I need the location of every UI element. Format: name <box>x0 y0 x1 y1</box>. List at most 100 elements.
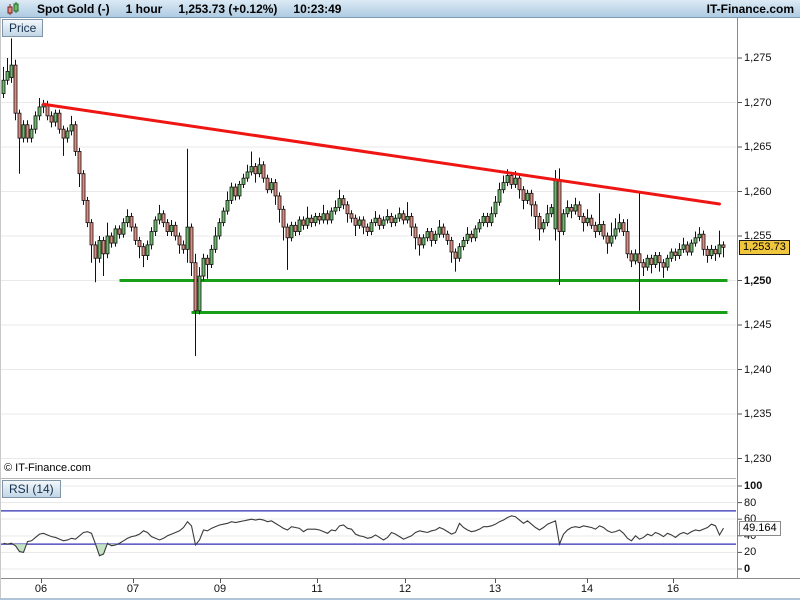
candle-body <box>137 240 142 248</box>
price-axis-tick-label: 1,275 <box>744 52 772 64</box>
candle-body <box>521 189 526 201</box>
candle-body <box>145 244 150 256</box>
candle-body <box>205 257 210 265</box>
price-axis-tick-label: 1,250 <box>744 274 772 287</box>
candle-body <box>681 244 686 250</box>
x-axis-tick-label: 06 <box>34 583 48 595</box>
candle-body <box>33 115 38 130</box>
candle-body <box>197 275 202 312</box>
candle-body <box>21 124 26 139</box>
candle-body <box>429 231 434 241</box>
candle-body <box>513 177 518 185</box>
candle-body <box>297 219 302 232</box>
candle-body <box>457 246 462 259</box>
change-percent-text: (+0.12%) <box>228 1 278 16</box>
candle-body <box>189 226 194 264</box>
rsi-layer <box>0 510 736 557</box>
candle-body <box>369 222 374 232</box>
candle-body <box>245 171 250 179</box>
candle-body <box>293 224 298 232</box>
candle-body <box>161 213 166 224</box>
candle-body <box>337 198 342 208</box>
x-axis-tick-label: 07 <box>126 583 140 595</box>
candle-body <box>433 233 438 241</box>
candle-body <box>201 257 206 277</box>
candle-body <box>165 222 170 232</box>
candle-body <box>173 224 178 237</box>
candle-body <box>449 240 454 253</box>
price-axis-tick-label: 1,260 <box>744 185 772 198</box>
candle-body <box>25 124 30 139</box>
candle-body <box>445 233 450 241</box>
candle-body <box>301 219 306 226</box>
clock-label: 10:23:49 <box>293 1 342 16</box>
rsi-axis-tick-label: 100 <box>744 480 763 492</box>
trendline-layer <box>42 102 721 206</box>
candle-body <box>585 217 590 224</box>
candle-body <box>657 255 662 264</box>
candle-body <box>281 208 286 228</box>
header-bar: Spot Gold (-) 1 hour 1,253.73 (+0.12%) 1… <box>0 0 800 18</box>
candle-body <box>517 177 522 191</box>
candle-body <box>77 151 82 175</box>
candle-body <box>277 195 282 210</box>
candle-body <box>401 213 406 221</box>
candle-body <box>441 226 446 235</box>
price-and-rsi-chart-canvas[interactable] <box>0 0 800 600</box>
price-axis-tick-label: 1,230 <box>744 452 772 465</box>
tab-rsi[interactable]: RSI (14) <box>2 480 61 498</box>
candle-body <box>385 216 390 221</box>
candle-body <box>85 199 90 224</box>
brand-label: IT-Finance.com <box>706 1 794 16</box>
candle-body <box>73 124 78 152</box>
candle-body <box>133 226 138 241</box>
candle-body <box>685 244 690 253</box>
candle-body <box>489 213 494 224</box>
candle-body <box>37 106 42 117</box>
candle-body <box>225 199 230 212</box>
candle-body <box>689 242 694 253</box>
candle-body <box>125 216 130 224</box>
candle-body <box>5 70 10 81</box>
candle-body <box>609 235 614 244</box>
candle-body <box>709 248 714 256</box>
tab-price[interactable]: Price <box>2 19 44 37</box>
candle-body <box>217 222 222 237</box>
candles-layer <box>1 38 726 357</box>
candle-body <box>661 262 666 268</box>
candle-body <box>177 235 182 246</box>
candle-body <box>677 248 682 256</box>
candle-body <box>93 244 98 259</box>
candle-body <box>321 213 326 221</box>
candle-body <box>313 216 318 224</box>
candle-body <box>493 201 498 215</box>
candle-body <box>185 226 190 250</box>
candle-body <box>533 204 538 217</box>
candle-body <box>353 217 358 226</box>
candle-body <box>721 244 726 248</box>
candle-body <box>377 217 382 226</box>
rsi-value-axis-badge: 49.164 <box>739 521 781 537</box>
candle-body <box>285 226 290 239</box>
candle-body <box>705 248 710 256</box>
copyright-label: © IT-Finance.com <box>4 462 91 474</box>
candle-body <box>529 192 534 206</box>
candle-body <box>581 216 586 224</box>
candle-body <box>105 235 110 255</box>
candle-body <box>81 173 86 201</box>
candle-body <box>405 216 410 221</box>
candle-body <box>389 216 394 224</box>
candle-body <box>629 253 634 262</box>
candle-body <box>349 213 354 219</box>
x-axis-tick-label: 09 <box>213 583 227 595</box>
candle-body <box>273 182 278 197</box>
candle-body <box>229 186 234 201</box>
candle-body <box>649 257 654 265</box>
candle-body <box>333 207 338 212</box>
candle-body <box>717 244 722 255</box>
candle-body <box>613 228 618 237</box>
candle-body <box>525 192 530 201</box>
candle-body <box>305 217 310 226</box>
rsi-axis-tick-label: 20 <box>744 546 757 559</box>
candle-body <box>617 222 622 230</box>
